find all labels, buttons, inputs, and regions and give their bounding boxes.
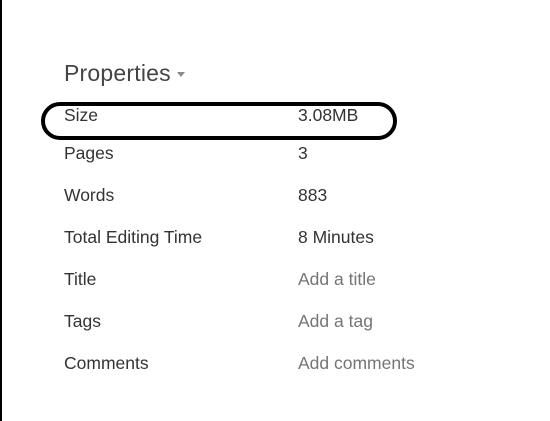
title-input[interactable]: Add a title [298,269,376,290]
comments-label: Comments [64,352,149,373]
property-row-title: Title Add a title [64,258,534,300]
total-editing-time-label: Total Editing Time [64,226,203,247]
words-label: Words [64,184,115,205]
tags-label: Tags [64,310,101,331]
pages-value: 3 [298,142,308,163]
title-label: Title [64,268,97,289]
size-value: 3.08MB [298,104,359,125]
properties-panel: Properties Size 3.08MB Pages 3 Words 883… [64,56,534,384]
tags-input[interactable]: Add a tag [298,311,373,332]
comments-input[interactable]: Add comments [298,353,415,374]
property-row-tags: Tags Add a tag [64,300,534,342]
property-row-pages: Pages 3 [64,132,534,174]
property-row-comments: Comments Add comments [64,342,534,384]
properties-list: Size 3.08MB Pages 3 Words 883 Total Edit… [64,98,534,384]
size-label: Size [64,104,99,125]
left-border-divider [0,0,2,421]
caret-down-icon[interactable] [176,72,185,77]
pages-label: Pages [64,142,114,163]
total-editing-time-value: 8 Minutes [298,226,374,247]
property-row-words: Words 883 [64,174,534,216]
words-value: 883 [298,184,328,205]
property-row-size: Size 3.08MB [64,98,534,132]
properties-title: Properties [64,59,171,86]
properties-header[interactable]: Properties [64,56,534,90]
property-row-total-editing-time: Total Editing Time 8 Minutes [64,216,534,258]
properties-page: Properties Size 3.08MB Pages 3 Words 883… [0,0,550,421]
